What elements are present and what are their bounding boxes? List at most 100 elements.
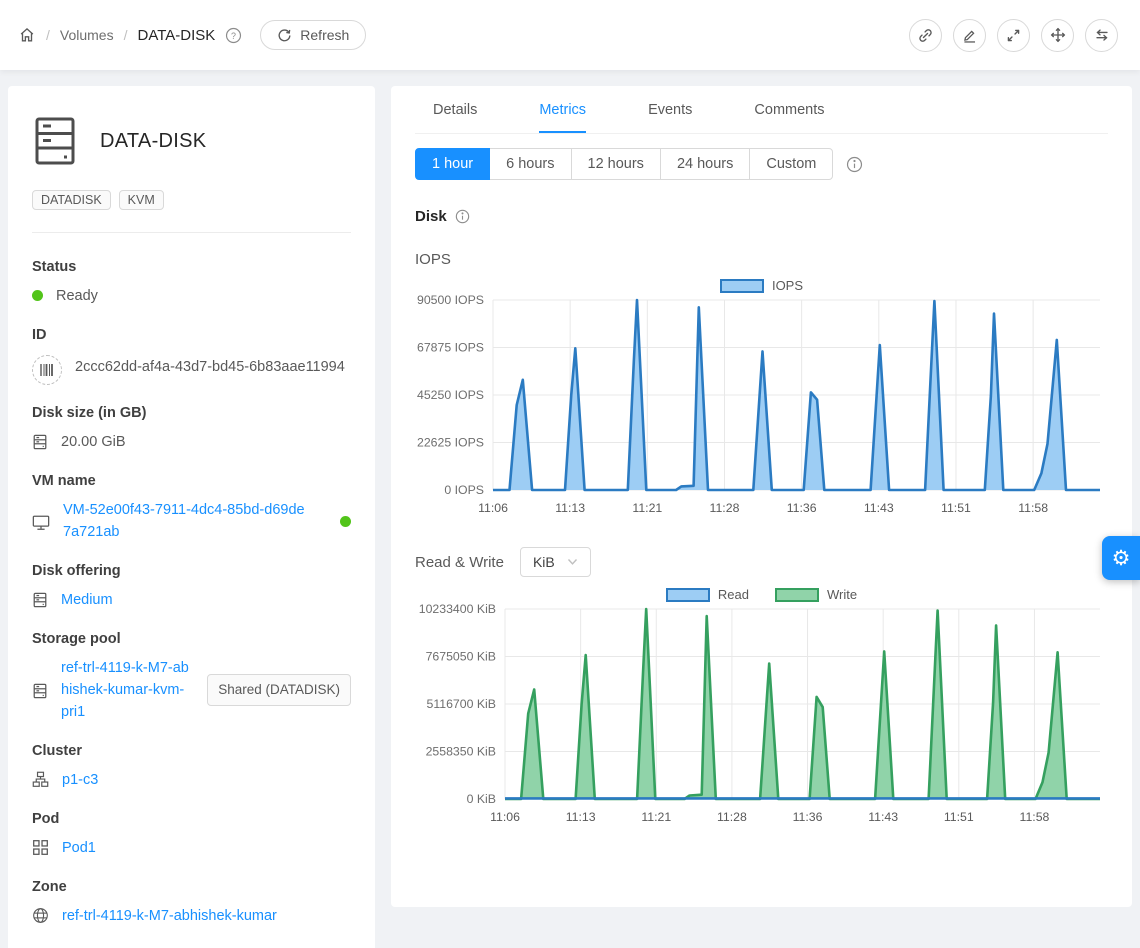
svg-text:2558350 KiB: 2558350 KiB [426, 745, 496, 759]
volume-tags: DATADISK KVM [32, 190, 351, 210]
refresh-icon [277, 28, 292, 43]
disk-icon [32, 591, 48, 609]
write-swatch [775, 588, 819, 602]
home-icon[interactable] [18, 26, 36, 44]
volume-actions [909, 19, 1118, 52]
svg-text:10233400 KiB: 10233400 KiB [419, 604, 496, 616]
read-write-chart: 0 KiB2558350 KiB5116700 KiB7675050 KiB10… [415, 604, 1108, 832]
chevron-down-icon [567, 558, 578, 566]
svg-text:0 IOPS: 0 IOPS [444, 483, 484, 497]
disk-size-value: 20.00 GiB [61, 431, 126, 453]
unit-select[interactable]: KiB [520, 547, 591, 577]
swap-icon [1093, 26, 1111, 44]
read-write-title: Read & Write [415, 554, 504, 571]
info-icon[interactable] [455, 209, 470, 224]
vm-name-link[interactable]: VM-52e00f43-7911-4dc4-85bd-d69de7a721ab [63, 499, 311, 543]
field-label: Status [32, 259, 351, 275]
field-zone: Zone ref-trl-4119-k-M7-abhishek-kumar [32, 879, 351, 927]
cluster-link[interactable]: p1-c3 [62, 769, 98, 791]
field-storage-pool: Storage pool ref-trl-4119-k-M7-abhishek-… [32, 631, 351, 723]
svg-text:11:13: 11:13 [566, 810, 596, 824]
iops-legend: IOPS [415, 278, 1108, 293]
refresh-button[interactable]: Refresh [260, 20, 366, 50]
breadcrumb-volumes[interactable]: Volumes [60, 27, 114, 43]
help-icon[interactable]: ? [225, 27, 242, 44]
svg-text:11:28: 11:28 [710, 501, 740, 515]
disk-section-title: Disk [415, 208, 1108, 225]
pod-link[interactable]: Pod1 [62, 837, 96, 859]
tab-comments[interactable]: Comments [754, 86, 824, 133]
field-label: Storage pool [32, 631, 351, 647]
read-write-row: Read & Write KiB [415, 547, 1108, 577]
svg-text:90500 IOPS: 90500 IOPS [417, 295, 484, 307]
write-legend-label: Write [827, 587, 857, 602]
range-custom[interactable]: Custom [749, 148, 833, 180]
resize-button[interactable] [997, 19, 1030, 52]
divider [32, 232, 351, 233]
field-label: Disk offering [32, 563, 351, 579]
read-legend-label: Read [718, 587, 749, 602]
tag-datadisk: DATADISK [32, 190, 111, 210]
tab-events[interactable]: Events [648, 86, 692, 133]
iops-chart: 0 IOPS22625 IOPS45250 IOPS67875 IOPS9050… [415, 295, 1108, 523]
attach-link-button[interactable] [909, 19, 942, 52]
field-id: ID 2ccc62dd-af4a-43d7-bd45-6b83aae11994 [32, 327, 351, 385]
svg-text:67875 IOPS: 67875 IOPS [417, 341, 484, 355]
edit-button[interactable] [953, 19, 986, 52]
field-label: Cluster [32, 743, 351, 759]
legend-item-write[interactable]: Write [775, 587, 857, 602]
field-label: Disk size (in GB) [32, 405, 351, 421]
desktop-icon [32, 514, 50, 531]
unit-select-value: KiB [533, 554, 555, 570]
svg-text:11:36: 11:36 [793, 810, 823, 824]
status-value: Ready [56, 285, 98, 307]
svg-text:11:58: 11:58 [1020, 810, 1050, 824]
detail-tabs: Details Metrics Events Comments [415, 86, 1108, 134]
breadcrumb-separator: / [124, 27, 128, 43]
field-label: ID [32, 327, 351, 343]
field-status: Status Ready [32, 259, 351, 307]
volume-detail-panel: Details Metrics Events Comments 1 hour 6… [391, 86, 1132, 907]
field-disk-offering: Disk offering Medium [32, 563, 351, 611]
field-cluster: Cluster p1-c3 [32, 743, 351, 791]
field-label: Zone [32, 879, 351, 895]
svg-text:11:58: 11:58 [1018, 501, 1048, 515]
move-button[interactable] [1041, 19, 1074, 52]
svg-text:11:43: 11:43 [864, 501, 894, 515]
read-swatch [666, 588, 710, 602]
storage-pool-link[interactable]: ref-trl-4119-k-M7-abhishek-kumar-kvm-pri… [61, 657, 190, 723]
disk-icon [32, 433, 48, 451]
zone-link[interactable]: ref-trl-4119-k-M7-abhishek-kumar [62, 905, 277, 927]
info-icon[interactable] [846, 156, 863, 173]
tag-kvm: KVM [119, 190, 164, 210]
vm-status-dot [340, 516, 351, 527]
breadcrumb-separator: / [46, 27, 50, 43]
breadcrumb-current: DATA-DISK [137, 27, 215, 44]
tab-metrics[interactable]: Metrics [539, 86, 586, 133]
svg-text:7675050 KiB: 7675050 KiB [426, 650, 496, 664]
edit-icon [961, 27, 978, 44]
volume-title: DATA-DISK [100, 130, 206, 153]
link-icon [917, 27, 934, 44]
legend-item-iops[interactable]: IOPS [720, 278, 803, 293]
read-write-legend: Read Write [415, 587, 1108, 602]
migrate-button[interactable] [1085, 19, 1118, 52]
svg-text:11:21: 11:21 [641, 810, 671, 824]
svg-text:11:21: 11:21 [632, 501, 662, 515]
volume-info-panel: DATA-DISK DATADISK KVM Status Ready ID [8, 86, 375, 948]
range-1-hour[interactable]: 1 hour [415, 148, 490, 180]
range-24-hours[interactable]: 24 hours [660, 148, 750, 180]
legend-item-read[interactable]: Read [666, 587, 749, 602]
volume-icon [32, 116, 78, 166]
field-pod: Pod Pod1 [32, 811, 351, 859]
svg-text:11:06: 11:06 [478, 501, 508, 515]
status-dot [32, 290, 43, 301]
refresh-label: Refresh [300, 27, 349, 43]
disk-offering-link[interactable]: Medium [61, 589, 113, 611]
range-12-hours[interactable]: 12 hours [571, 148, 661, 180]
settings-fab[interactable]: ⚙ [1102, 536, 1140, 580]
iops-swatch [720, 279, 764, 293]
range-6-hours[interactable]: 6 hours [489, 148, 571, 180]
tab-details[interactable]: Details [433, 86, 477, 133]
svg-text:22625 IOPS: 22625 IOPS [417, 436, 484, 450]
